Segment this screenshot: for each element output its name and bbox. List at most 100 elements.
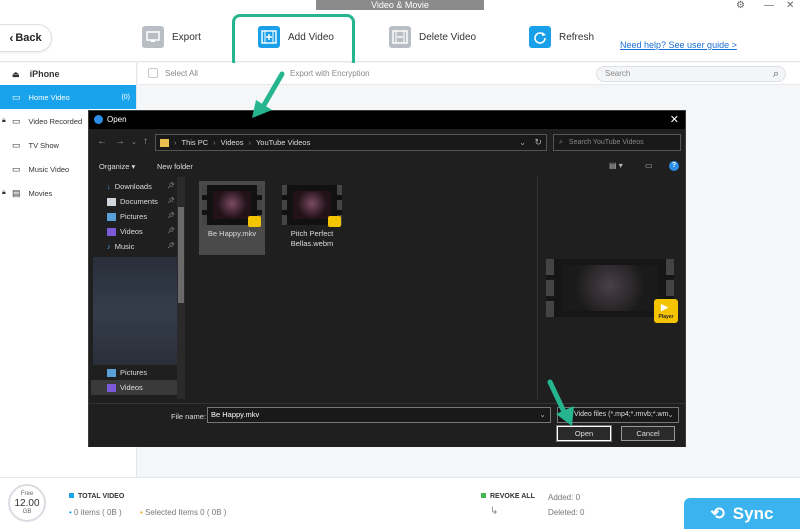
annotation-arrow-icon: [547, 379, 574, 426]
revoke-arrow-icon: ↳: [490, 506, 499, 517]
pin-icon: 📌︎: [167, 228, 175, 234]
scrollbar-thumb[interactable]: [178, 207, 184, 303]
film-icon: ▤: [12, 187, 21, 198]
back-button[interactable]: ‹ Back: [0, 24, 52, 52]
total-video-label: TOTAL VIDEO: [69, 493, 124, 500]
file-list: Be Happy.mkv Pitch Perfect Bellas.webm: [189, 177, 537, 399]
pin-icon: 📌︎: [167, 183, 175, 189]
chevron-down-icon[interactable]: ⌄: [667, 408, 674, 422]
dialog-close-icon[interactable]: ✕: [670, 113, 679, 126]
dialog-search-input[interactable]: ⌕ Search YouTube Videos: [553, 134, 681, 151]
breadcrumb-videos[interactable]: Videos: [221, 138, 244, 147]
preview-pane-icon[interactable]: ▭: [645, 161, 653, 170]
back-label: Back: [15, 32, 42, 44]
back-arrow-icon[interactable]: ←: [97, 136, 107, 147]
delete-video-icon: [389, 26, 411, 48]
pin-icon: 📌︎: [167, 213, 175, 219]
settings-icon[interactable]: ⚙: [736, 0, 745, 12]
file-name-input[interactable]: Be Happy.mkv ⌄: [207, 407, 551, 423]
search-placeholder: Search: [605, 69, 631, 78]
player-badge-icon: [248, 216, 261, 227]
nav-item-music[interactable]: ♪ Music 📌︎: [91, 239, 177, 254]
device-header[interactable]: ⏏ iPhone: [0, 63, 136, 85]
recent-dropdown-icon[interactable]: ⌄: [131, 138, 137, 146]
user-guide-link[interactable]: Need help? See user guide >: [620, 40, 737, 50]
help-icon[interactable]: ?: [669, 161, 679, 171]
deleted-count: Deleted: 0: [548, 508, 585, 517]
storage-gauge: Free 12.00 GB: [8, 484, 46, 522]
delete-video-label: Delete Video: [419, 31, 477, 43]
video-thumbnail: [202, 185, 262, 227]
command-bar: Organize ▾ New folder ▤ ▾ ▭ ?: [89, 157, 685, 175]
pin-icon: 📌︎: [167, 198, 175, 204]
folder-icon: [160, 138, 169, 147]
up-arrow-icon[interactable]: ↑: [143, 136, 148, 147]
refresh-icon[interactable]: ↻: [534, 137, 542, 148]
sidebar-item-home-video[interactable]: ▭ Home Video (0): [0, 85, 136, 109]
dialog-title-bar: Open ✕: [89, 111, 685, 129]
add-video-highlight: [232, 14, 355, 69]
search-icon[interactable]: ⌕: [773, 67, 779, 81]
close-icon[interactable]: ✕: [786, 0, 794, 12]
added-count: Added: 0: [548, 493, 581, 502]
organize-button[interactable]: Organize ▾: [99, 162, 135, 171]
preview-thumbnail: Player: [546, 259, 678, 323]
sidebar-item-label: Music Video: [28, 164, 70, 174]
sidebar-item-label: TV Show: [28, 140, 59, 150]
nav-item-videos-lower[interactable]: Videos: [91, 380, 177, 395]
nav-item-pictures-lower[interactable]: Pictures: [91, 365, 177, 380]
open-button[interactable]: Open: [556, 425, 612, 442]
player-badge-icon: Player: [654, 299, 678, 323]
pictures-icon: [107, 212, 116, 221]
nav-item-pictures[interactable]: Pictures 📌︎: [91, 209, 177, 224]
file-item-pitch-perfect[interactable]: Pitch Perfect Bellas.webm: [279, 181, 345, 261]
sidebar-item-label: Home Video: [28, 92, 70, 102]
videos-icon: [107, 227, 116, 236]
address-bar[interactable]: › This PC › Videos › YouTube Videos ⌄ ↻: [155, 134, 547, 151]
download-icon: ↓: [107, 182, 111, 191]
document-icon: [107, 197, 116, 206]
nav-item-videos[interactable]: Videos 📌︎: [91, 224, 177, 239]
view-options-icon[interactable]: ▤ ▾: [609, 161, 623, 170]
address-row: ← → ⌄ ↑ › This PC › Videos › YouTube Vid…: [89, 133, 685, 153]
lock-icon: 🔒︎: [2, 189, 6, 196]
sync-button[interactable]: ⟲ Sync: [684, 498, 800, 529]
music-icon: ♪: [107, 242, 111, 251]
file-name-label: File name:: [171, 412, 207, 421]
revoke-all-button[interactable]: REVOKE ALL: [481, 493, 535, 500]
videos-icon: [107, 383, 116, 392]
back-arrow-icon: ‹: [9, 31, 14, 45]
export-encryption-option[interactable]: Export with Encryption: [290, 69, 370, 78]
player-badge-icon: [328, 216, 341, 227]
export-button[interactable]: Export: [142, 26, 201, 48]
nav-item-downloads[interactable]: ↓ Downloads 📌︎: [91, 179, 177, 194]
minimize-icon[interactable]: —: [764, 0, 774, 12]
music-video-icon: ▭: [12, 163, 21, 174]
file-name: Pitch Perfect Bellas.webm: [290, 229, 334, 248]
delete-video-button[interactable]: Delete Video: [389, 26, 476, 48]
app-icon: [94, 115, 103, 124]
nav-scrollbar[interactable]: [177, 177, 185, 399]
nav-item-documents[interactable]: Documents 📌︎: [91, 194, 177, 209]
export-icon: [142, 26, 164, 48]
sidebar-item-count: (0): [121, 93, 130, 101]
dialog-footer: File name: Be Happy.mkv ⌄ Video files (*…: [89, 403, 685, 447]
breadcrumb-this-pc[interactable]: This PC: [182, 138, 209, 147]
sync-icon: ⟲: [710, 504, 725, 523]
export-label: Export: [172, 31, 201, 43]
new-folder-button[interactable]: New folder: [157, 162, 193, 171]
breadcrumb-youtube-videos[interactable]: YouTube Videos: [256, 138, 310, 147]
search-input[interactable]: Search ⌕: [596, 66, 786, 82]
select-all-checkbox[interactable]: [148, 68, 158, 78]
refresh-button[interactable]: Refresh: [529, 26, 594, 48]
select-all-label: Select All: [165, 69, 198, 78]
file-item-be-happy[interactable]: Be Happy.mkv: [199, 181, 265, 255]
toolbar: ‹ Back Export Add Video Delete Video Ref…: [0, 14, 800, 62]
forward-arrow-icon[interactable]: →: [115, 136, 125, 147]
cancel-button[interactable]: Cancel: [621, 426, 675, 441]
selected-count: • Selected Items 0 ( 0B ): [140, 508, 227, 517]
monitor-icon: ▭: [12, 91, 21, 102]
window-title: Video & Movie: [316, 0, 484, 10]
sidebar-item-label: Movies: [28, 188, 53, 198]
address-dropdown-icon[interactable]: ⌄: [519, 138, 526, 147]
